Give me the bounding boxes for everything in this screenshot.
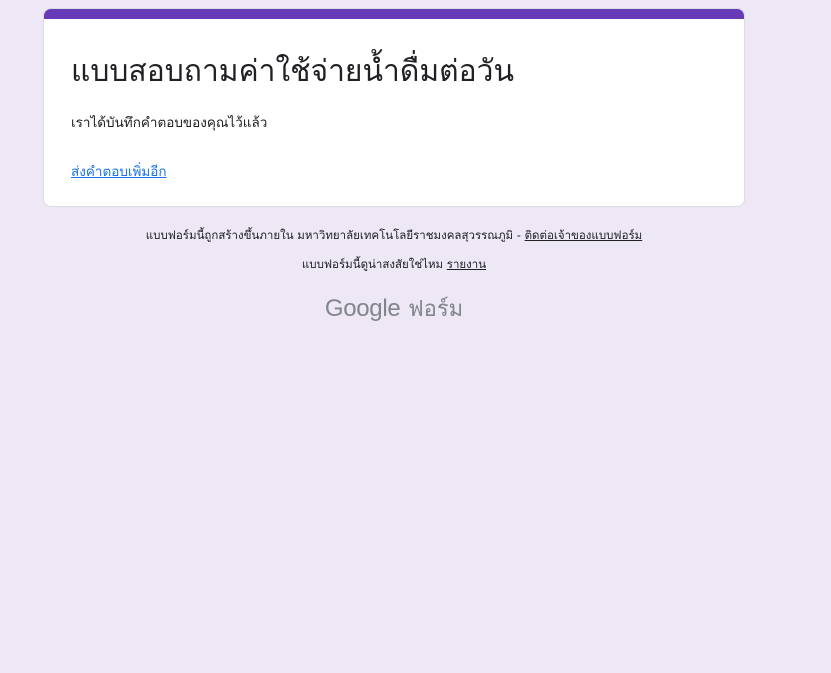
contact-owner-link[interactable]: ติดต่อเจ้าของแบบฟอร์ม	[525, 228, 643, 242]
footer-created-text: แบบฟอร์มนี้ถูกสร้างขึ้นภายใน มหาวิทยาลัย…	[145, 228, 525, 242]
footer-suspicious-text: แบบฟอร์มนี้ดูน่าสงสัยใช่ไหม	[301, 257, 447, 271]
footer-created-line: แบบฟอร์มนี้ถูกสร้างขึ้นภายใน มหาวิทยาลัย…	[43, 227, 745, 243]
google-wordmark: Google	[324, 295, 401, 322]
google-forms-logo[interactable]: Google ฟอร์ม	[43, 292, 745, 326]
form-title: แบบสอบถามค่าใช้จ่ายน้ำดื่มต่อวัน	[71, 54, 514, 89]
submit-another-response-link[interactable]: ส่งคำตอบเพิ่มอีก	[71, 162, 167, 182]
forms-wordmark: ฟอร์ม	[408, 297, 464, 322]
card-accent-bar	[44, 9, 744, 19]
footer-report-line: แบบฟอร์มนี้ดูน่าสงสัยใช่ไหม รายงาน	[43, 256, 745, 272]
response-card: แบบสอบถามค่าใช้จ่ายน้ำดื่มต่อวัน เราได้บ…	[43, 8, 745, 207]
confirmation-message: เราได้บันทึกคำตอบของคุณไว้แล้ว	[71, 115, 268, 131]
report-link[interactable]: รายงาน	[447, 257, 486, 271]
